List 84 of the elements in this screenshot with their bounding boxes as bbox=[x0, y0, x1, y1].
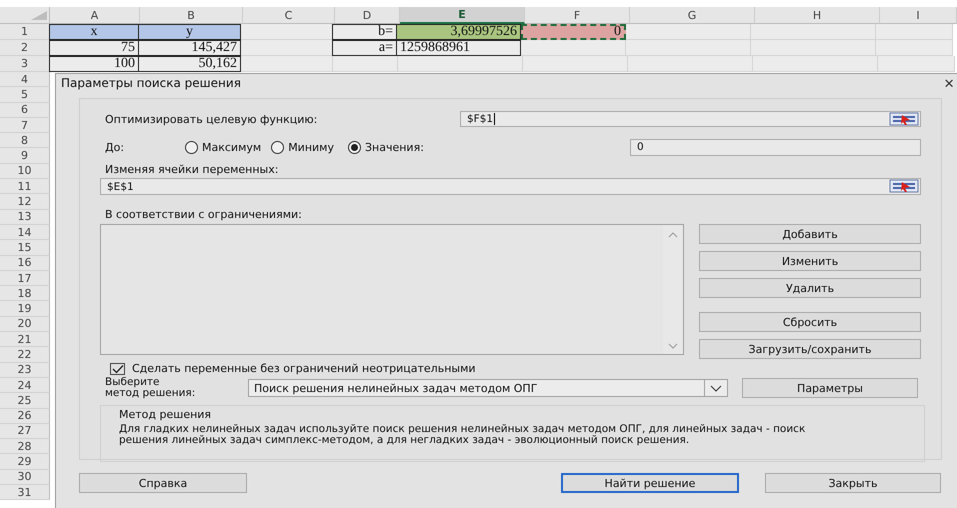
row-header[interactable]: 23 bbox=[0, 362, 50, 378]
method-dropdown[interactable]: Поиск решения нелинейных задач методом ОПГ bbox=[248, 379, 728, 397]
parameters-button[interactable]: Параметры bbox=[742, 378, 918, 398]
column-header[interactable]: A bbox=[50, 7, 140, 24]
dialog-button[interactable]: Закрыть bbox=[765, 473, 941, 493]
dialog-button[interactable]: Загрузить/сохранить bbox=[699, 339, 921, 359]
row-header[interactable]: 7 bbox=[0, 118, 50, 134]
select-all-corner[interactable] bbox=[0, 7, 50, 24]
variables-field[interactable]: $E$1 bbox=[100, 178, 921, 195]
column-header[interactable]: E bbox=[400, 7, 525, 24]
row-header[interactable]: 21 bbox=[0, 332, 50, 348]
row-header[interactable]: 29 bbox=[0, 454, 50, 470]
column-header[interactable]: G bbox=[630, 7, 755, 24]
row-header[interactable]: 3 bbox=[0, 56, 50, 72]
table-cell: 1259868961 bbox=[396, 40, 521, 56]
table-cell: 50,162 bbox=[138, 56, 241, 72]
row-header[interactable]: 17 bbox=[0, 270, 50, 286]
column-header[interactable]: B bbox=[140, 7, 243, 24]
radio-option[interactable]: Максимум bbox=[185, 140, 262, 154]
value-field[interactable]: 0 bbox=[630, 138, 921, 156]
row-header[interactable]: 2 bbox=[0, 40, 50, 56]
table-cell: 145,427 bbox=[138, 40, 241, 56]
variables-label: Изменяя ячейки переменных: bbox=[104, 163, 280, 176]
row-header[interactable]: 5 bbox=[0, 87, 50, 103]
table-cell: x bbox=[49, 24, 139, 40]
row-header[interactable]: 31 bbox=[0, 485, 50, 500]
constraints-label: В соответствии с ограничениями: bbox=[104, 208, 303, 221]
column-header[interactable]: I bbox=[880, 7, 957, 24]
row-header[interactable]: 18 bbox=[0, 286, 50, 302]
dialog-button[interactable]: Справка bbox=[79, 473, 247, 493]
row-header[interactable]: 14 bbox=[0, 224, 50, 240]
row-header[interactable]: 19 bbox=[0, 301, 50, 317]
close-button[interactable]: × bbox=[940, 74, 957, 92]
row-header[interactable]: 6 bbox=[0, 102, 50, 118]
row-header[interactable]: 1 bbox=[0, 24, 50, 40]
row-header[interactable]: 20 bbox=[0, 316, 50, 332]
row-header[interactable]: 8 bbox=[0, 133, 50, 148]
to-label: До: bbox=[104, 140, 126, 154]
range-select-icon[interactable] bbox=[889, 112, 919, 126]
row-header[interactable]: 22 bbox=[0, 347, 50, 363]
row-header[interactable]: 28 bbox=[0, 439, 50, 454]
table-cell: 100 bbox=[49, 56, 139, 72]
table-cell: 0 bbox=[521, 24, 626, 40]
row-header[interactable]: 9 bbox=[0, 148, 50, 164]
table-cell: y bbox=[138, 24, 241, 40]
table-cell: 3,69997526 bbox=[396, 24, 521, 40]
row-header[interactable]: 24 bbox=[0, 378, 50, 394]
column-header[interactable]: D bbox=[335, 7, 400, 24]
table-cell: a= bbox=[332, 40, 397, 56]
dialog-button[interactable]: Удалить bbox=[699, 278, 921, 298]
radio-option[interactable]: Значения: bbox=[348, 140, 424, 154]
scroll-up-icon[interactable] bbox=[668, 232, 678, 238]
column-header[interactable]: F bbox=[525, 7, 630, 24]
row-header[interactable]: 11 bbox=[0, 179, 50, 194]
column-header[interactable]: C bbox=[243, 7, 335, 24]
row-header[interactable]: 15 bbox=[0, 240, 50, 256]
method-label: Выберите метод решения: bbox=[104, 377, 196, 399]
table-cell: b= bbox=[332, 24, 397, 40]
table-cell: 75 bbox=[49, 40, 139, 56]
group-title: Метод решения bbox=[119, 408, 212, 421]
scroll-down-icon[interactable] bbox=[668, 343, 678, 349]
radio-option[interactable]: Миниму bbox=[271, 140, 334, 154]
row-header[interactable]: 30 bbox=[0, 470, 50, 486]
objective-label: Оптимизировать целевую функцию: bbox=[104, 112, 318, 126]
window-title: Параметры поиска решения bbox=[61, 76, 241, 90]
row-header[interactable]: 16 bbox=[0, 256, 50, 271]
dialog-button[interactable]: Изменить bbox=[699, 251, 921, 271]
row-header[interactable]: 13 bbox=[0, 210, 50, 225]
checkmark-icon bbox=[112, 364, 124, 374]
row-header[interactable]: 27 bbox=[0, 424, 50, 440]
row-header[interactable]: 12 bbox=[0, 194, 50, 210]
description-text: Для гладких нелинейных задач используйте поиск решения нелинейных задач методом ОПГ, для линейных задач - поиск решения линейных задач симплекс-методом, а для негладких задач - эволюционный поиск решения. bbox=[119, 424, 806, 446]
range-select-icon[interactable] bbox=[889, 179, 919, 193]
dialog-button[interactable]: Сбросить bbox=[699, 312, 921, 332]
objective-field[interactable]: $F$1 bbox=[460, 111, 921, 127]
checkbox-option[interactable]: Сделать переменные без ограничений неотрицательными bbox=[110, 362, 921, 375]
row-header[interactable]: 26 bbox=[0, 408, 50, 424]
chevron-down-icon bbox=[710, 384, 722, 392]
dialog-button[interactable]: Найти решение bbox=[561, 473, 739, 493]
column-header[interactable]: H bbox=[755, 7, 880, 24]
row-header[interactable]: 25 bbox=[0, 393, 50, 409]
row-header[interactable]: 10 bbox=[0, 164, 50, 180]
row-header[interactable]: 4 bbox=[0, 72, 50, 88]
dialog-button[interactable]: Добавить bbox=[699, 224, 921, 244]
